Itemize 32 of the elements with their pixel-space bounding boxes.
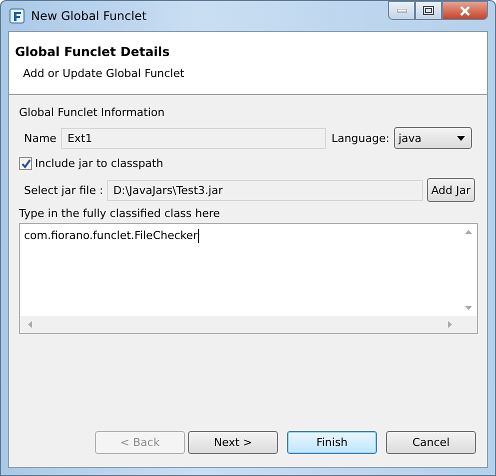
name-label: Name: [24, 132, 56, 144]
scroll-left-icon[interactable]: [28, 321, 32, 328]
section-title: Global Funclet Information: [19, 106, 166, 119]
wizard-button[interactable]: Cancel: [386, 431, 476, 454]
wizard-button[interactable]: Next >: [188, 431, 278, 454]
checkbox-label: Include jar to classpath: [35, 157, 164, 170]
scroll-down-icon[interactable]: [465, 306, 472, 310]
jar-file-field[interactable]: D:\JavaJars\Test3.jar: [107, 180, 424, 200]
class-label: Type in the fully classified class here: [19, 207, 221, 220]
minimize-button[interactable]: [388, 1, 415, 20]
maximize-button[interactable]: [415, 1, 442, 20]
close-icon: [459, 6, 471, 16]
page-title: Global Funclet Details: [15, 44, 171, 59]
dropdown-arrow-icon: [457, 136, 466, 140]
minimize-icon: [396, 8, 406, 12]
app-icon: [9, 8, 25, 24]
language-dropdown[interactable]: java: [394, 127, 472, 149]
language-label: Language:: [331, 132, 390, 144]
close-button[interactable]: [442, 1, 488, 20]
scroll-right-icon[interactable]: [448, 321, 452, 328]
scroll-up-icon[interactable]: [465, 230, 472, 234]
maximize-icon: [423, 6, 434, 15]
wizard-button[interactable]: Finish: [287, 431, 377, 454]
class-text-area[interactable]: com.fiorano.funclet.FileChecker: [19, 223, 478, 334]
window-title: New Global Funclet: [31, 9, 147, 23]
jar-file-label: Select jar file :: [24, 184, 104, 196]
class-text: com.fiorano.funclet.FileChecker: [24, 229, 198, 242]
add-jar-button[interactable]: Add Jar: [427, 178, 475, 202]
page-subtitle: Add or Update Global Funclet: [23, 67, 186, 80]
name-field[interactable]: Ext1: [61, 128, 326, 148]
include-jar-checkbox[interactable]: [19, 157, 32, 170]
horizontal-scrollbar[interactable]: [20, 316, 477, 333]
